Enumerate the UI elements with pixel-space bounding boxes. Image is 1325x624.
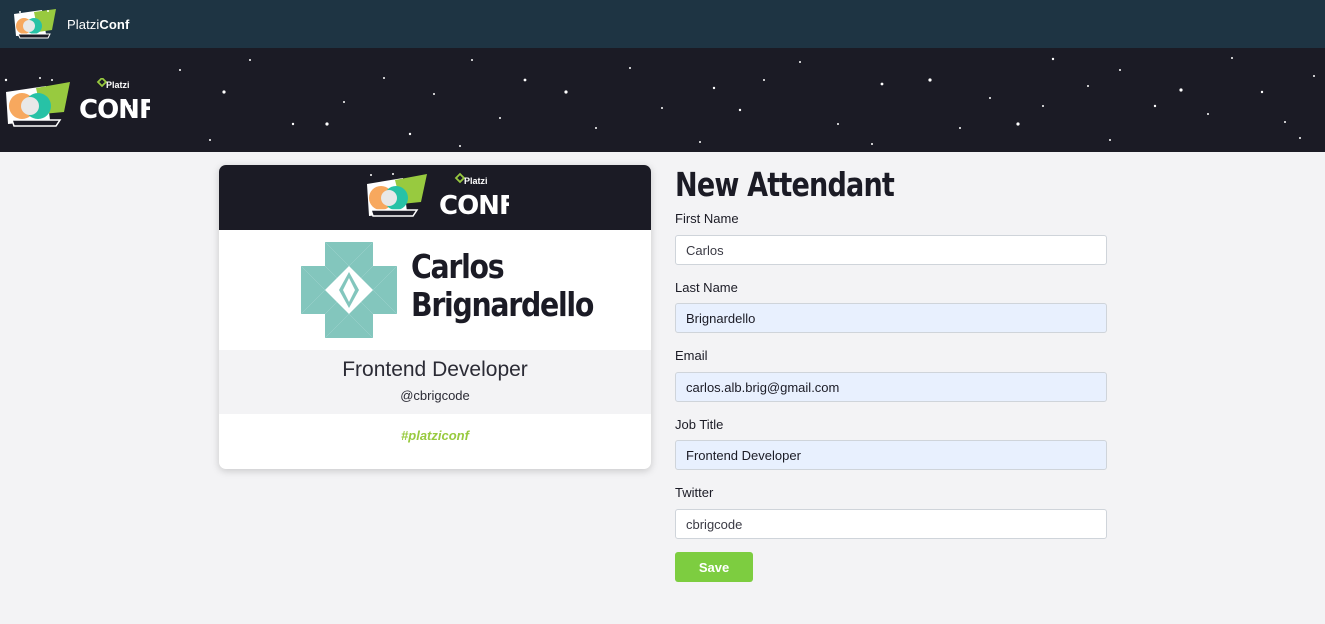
twitter-label: Twitter: [675, 485, 714, 500]
platziconf-hero-logo-icon: Platzi CONF: [4, 78, 150, 127]
badge-twitter: @cbrigcode: [400, 388, 470, 403]
badge-job-title: Frontend Developer: [342, 358, 528, 381]
job-title-input[interactable]: Frontend Developer: [675, 440, 1107, 470]
last-name-label: Last Name: [675, 280, 738, 295]
first-name-label: First Name: [675, 211, 739, 226]
platziconf-badge-logo-icon: Platzi CONF: [367, 172, 509, 221]
brand-light: Platzi: [67, 16, 100, 32]
svg-text:Platzi: Platzi: [106, 80, 130, 90]
badge-name: Carlos Brignardello: [411, 247, 594, 324]
badge-hashtag: #platziconf: [401, 428, 469, 443]
badge-name-section: Carlos Brignardello: [219, 230, 651, 350]
first-name-input[interactable]: Carlos: [675, 235, 1107, 265]
badge-header: Platzi CONF: [219, 165, 651, 230]
badge-info-section: Frontend Developer @cbrigcode: [219, 350, 651, 414]
email-label: Email: [675, 348, 708, 363]
platziconf-logo-icon[interactable]: [12, 8, 60, 40]
brand-bold: Conf: [99, 16, 130, 32]
badge-last-name: Brignardello: [411, 285, 594, 324]
badge-footer: #platziconf: [219, 414, 651, 469]
twitter-input[interactable]: cbrigcode: [675, 509, 1107, 539]
badge-first-name: Carlos: [411, 247, 505, 286]
last-name-input[interactable]: Brignardello: [675, 303, 1107, 333]
form-title: New Attendant: [675, 165, 895, 204]
svg-text:CONF: CONF: [439, 191, 509, 221]
navbar-brand[interactable]: PlatziConf: [67, 17, 129, 32]
svg-text:Platzi: Platzi: [464, 176, 488, 186]
svg-text:CONF: CONF: [79, 95, 150, 125]
hero-banner: Platzi CONF: [0, 48, 1325, 152]
avatar: [301, 242, 397, 338]
stars-background: [39, 57, 1315, 147]
email-input[interactable]: carlos.alb.brig@gmail.com: [675, 372, 1107, 402]
attendee-badge: Platzi CONF Carlos Brignardello Frontend…: [219, 165, 651, 469]
navbar: PlatziConf: [0, 0, 1325, 48]
save-button[interactable]: Save: [675, 552, 753, 582]
job-title-label: Job Title: [675, 417, 724, 432]
